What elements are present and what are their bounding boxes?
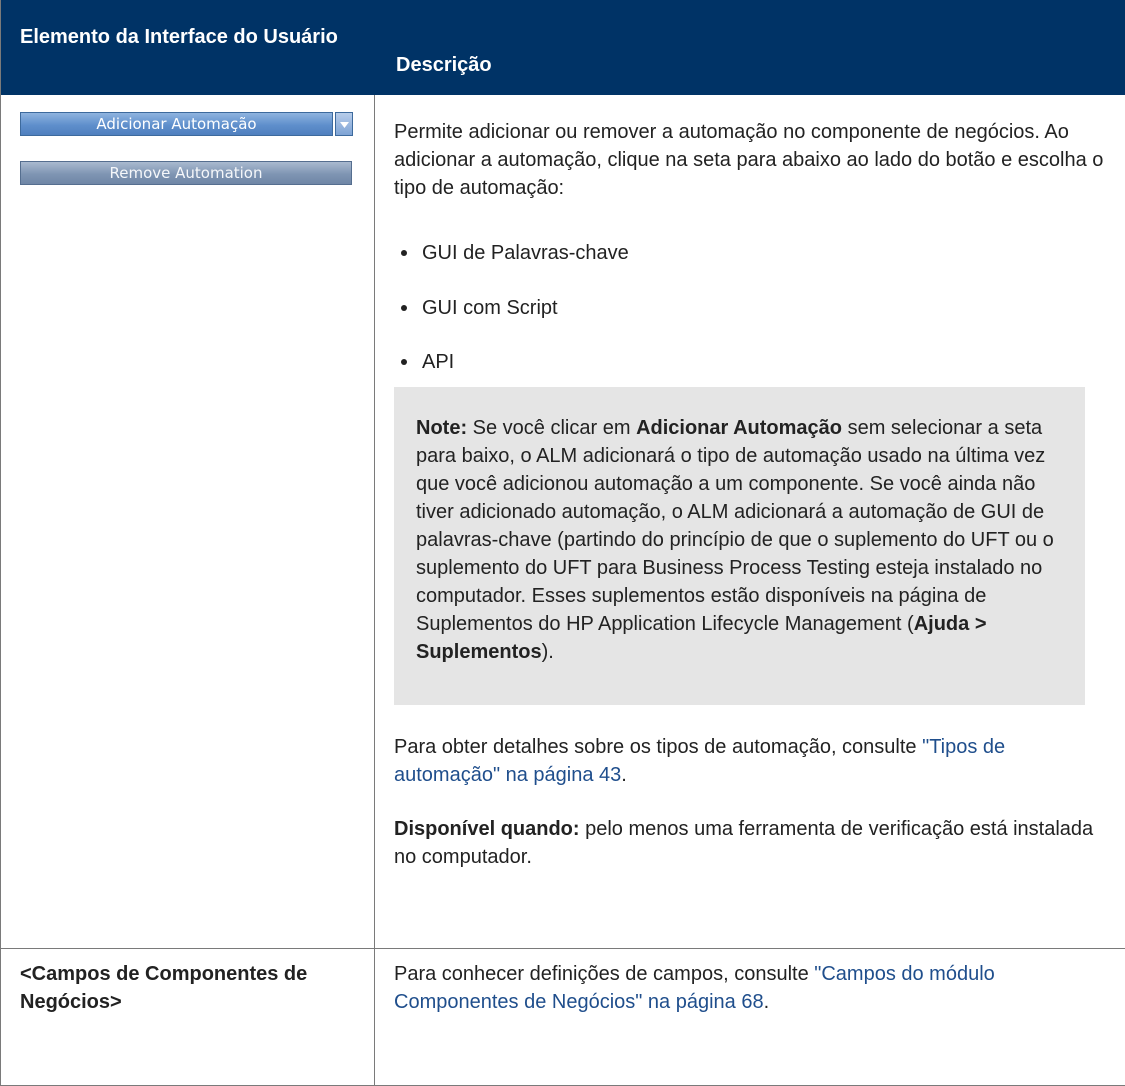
note-box: Note: Se você clicar em Adicionar Automa… xyxy=(394,387,1085,705)
available-when-label: Disponível quando: xyxy=(394,818,580,840)
bullet-scripted-gui: GUI com Script xyxy=(422,297,558,319)
note-bold-add-automation: Adicionar Automação xyxy=(636,417,843,439)
note-text: Note: Se você clicar em Adicionar Automa… xyxy=(416,417,1054,663)
add-automation-button[interactable]: Adicionar Automação xyxy=(20,112,333,136)
business-component-fields-element: <Campos de Componentes de Negócios> xyxy=(20,963,308,1013)
table-header: Elemento da Interface do Usuário Descriç… xyxy=(1,0,1125,95)
ui-elements-table: Elemento da Interface do Usuário Descriç… xyxy=(0,0,1125,1086)
details-paragraph: Para obter detalhes sobre os tipos de au… xyxy=(394,736,1006,786)
available-when-paragraph: Disponível quando: pelo menos uma ferram… xyxy=(394,818,1094,868)
bullet-keyword-gui: GUI de Palavras-chave xyxy=(422,242,629,264)
note-label: Note: xyxy=(416,417,468,439)
bullet-dot xyxy=(401,305,407,311)
row-divider xyxy=(1,948,1125,949)
bullet-dot xyxy=(401,359,407,365)
bullet-dot xyxy=(401,250,407,256)
description-intro: Permite adicionar ou remover a automação… xyxy=(394,121,1104,199)
fields-definition-paragraph: Para conhecer definições de campos, cons… xyxy=(394,963,995,1013)
column-divider xyxy=(374,95,375,1086)
add-automation-dropdown-arrow[interactable] xyxy=(335,112,353,136)
header-ui-element: Elemento da Interface do Usuário xyxy=(20,26,338,48)
remove-automation-button[interactable]: Remove Automation xyxy=(20,161,352,185)
chevron-down-icon xyxy=(340,122,349,128)
header-description: Descrição xyxy=(396,54,492,76)
bullet-api: API xyxy=(422,351,455,373)
